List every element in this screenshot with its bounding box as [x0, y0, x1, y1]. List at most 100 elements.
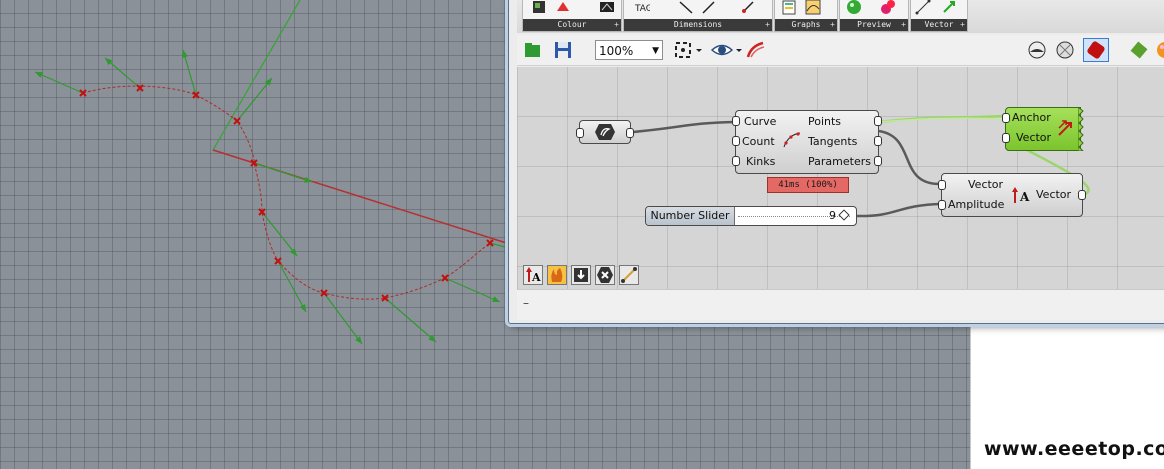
preview-sphere-icon[interactable]: [846, 0, 862, 15]
output-label-vector: Vector: [1036, 188, 1072, 201]
component-ribbon: Colour + TAG Dimensions + Graphs + Preview: [517, 0, 1164, 33]
gradient-icon[interactable]: [599, 0, 615, 15]
chevron-down-icon[interactable]: [735, 40, 743, 60]
output-grip-vector[interactable]: [1078, 190, 1086, 200]
input-label-curve: Curve: [744, 115, 777, 128]
tangent-arrow-line: [34, 71, 84, 94]
input-grip-anchor[interactable]: [1002, 113, 1010, 123]
curve-param-component[interactable]: [576, 120, 634, 144]
disable-widget-icon[interactable]: [595, 265, 615, 285]
input-label-kinks: Kinks: [746, 155, 776, 168]
curve[interactable]: [82, 85, 491, 300]
amplitude-widget-icon[interactable]: A: [523, 265, 543, 285]
input-label-vector: Vector: [968, 178, 1004, 191]
preview-wireframe-icon[interactable]: [1027, 40, 1047, 60]
vector-display-component[interactable]: Anchor Vector: [1002, 107, 1084, 151]
tangent-arrow-line: [253, 162, 313, 183]
gh-canvas[interactable]: Curve Count Kinks Points Tangents Parame…: [517, 67, 1164, 289]
solver-icon[interactable]: [1155, 40, 1164, 60]
input-grip-count[interactable]: [732, 136, 740, 146]
input-grip-vector[interactable]: [1002, 133, 1010, 143]
tangent-arrow-line: [444, 277, 501, 303]
output-grip-points[interactable]: [874, 116, 882, 126]
divide-curve-component[interactable]: Curve Count Kinks Points Tangents Parame…: [732, 110, 882, 174]
tangent-arrow-head: [182, 50, 189, 58]
ribbon-group-colour[interactable]: Colour +: [522, 0, 622, 32]
custom-preview-icon[interactable]: [555, 0, 571, 15]
input-grip-vector[interactable]: [938, 180, 946, 190]
marker-dimension-icon[interactable]: [740, 0, 756, 15]
divide-curve-icon: [783, 132, 801, 148]
output-label-tangents: Tangents: [808, 135, 858, 148]
wire-widget-icon[interactable]: [619, 265, 639, 285]
amplitude-icon: A: [1012, 187, 1030, 204]
ribbon-label-graphs: Graphs +: [775, 19, 837, 31]
output-grip-parameters[interactable]: [874, 156, 882, 166]
zoom-select[interactable]: 100% ▼: [595, 40, 663, 60]
y-axis-line: [212, 0, 301, 151]
division-point-marker: [79, 89, 87, 97]
svg-text:TAG: TAG: [634, 4, 650, 14]
output-grip-tangents[interactable]: [874, 136, 882, 146]
status-dash: –: [523, 296, 529, 310]
point-list-icon[interactable]: [915, 0, 931, 15]
input-grip[interactable]: [576, 128, 584, 138]
ribbon-group-graphs[interactable]: Graphs +: [774, 0, 838, 32]
preview-eye-icon[interactable]: [711, 40, 733, 60]
ribbon-label-dimensions: Dimensions +: [624, 19, 772, 31]
division-point-marker: [233, 117, 241, 125]
vector-display-icon[interactable]: [941, 0, 957, 15]
fire-widget-icon[interactable]: [547, 265, 567, 285]
grasshopper-window[interactable]: Colour + TAG Dimensions + Graphs + Preview: [508, 0, 1164, 324]
tangent-arrows: [34, 49, 536, 345]
svg-text:A: A: [1019, 190, 1030, 204]
input-grip-amplitude[interactable]: [938, 200, 946, 210]
tangent-arrow-line: [323, 292, 363, 345]
input-grip-kinks[interactable]: [732, 156, 740, 166]
graph-mapper-icon[interactable]: [805, 0, 821, 15]
amplitude-component[interactable]: Vector Amplitude A Vector: [938, 173, 1086, 217]
download-widget-icon[interactable]: [571, 265, 591, 285]
ribbon-group-dimensions[interactable]: TAG Dimensions +: [623, 0, 773, 32]
output-label-points: Points: [808, 115, 842, 128]
jagged-edge: [1078, 107, 1084, 151]
tangent-arrow-line: [384, 297, 437, 343]
aligned-dimension-icon[interactable]: [700, 0, 716, 15]
number-slider[interactable]: Number Slider 9: [645, 206, 857, 226]
tangent-arrow-line: [277, 260, 307, 313]
output-grip[interactable]: [626, 128, 634, 138]
chevron-down-icon: ▼: [652, 46, 659, 56]
linear-dimension-icon[interactable]: [678, 0, 694, 15]
input-label-anchor: Anchor: [1012, 111, 1051, 124]
watermark: www.eeeetop.com: [984, 438, 1164, 460]
ribbon-group-vector[interactable]: Vector +: [910, 0, 968, 32]
wire-slider-to-amplitude: [856, 202, 942, 218]
bar-graph-icon[interactable]: [781, 0, 797, 15]
ribbon-label-vector: Vector +: [911, 19, 967, 31]
division-point-marker: [441, 274, 449, 282]
preview-selected-icon[interactable]: [1083, 38, 1109, 62]
input-grip-curve[interactable]: [732, 116, 740, 126]
chevron-down-icon[interactable]: [695, 40, 703, 60]
ribbon-label-preview: Preview +: [840, 19, 908, 31]
ribbon-group-preview[interactable]: Preview +: [839, 0, 909, 32]
sketch-pen-icon[interactable]: [745, 40, 767, 60]
save-file-icon[interactable]: [553, 40, 573, 60]
open-file-icon[interactable]: [523, 40, 543, 60]
zoom-extents-icon[interactable]: [673, 40, 693, 60]
bake-icon[interactable]: [1129, 40, 1149, 60]
profiler-timer-badge: 41ms (100%): [767, 177, 849, 193]
division-point-marker: [274, 257, 282, 265]
colour-swatch-icon[interactable]: [531, 0, 547, 15]
preview-colour-icon[interactable]: [880, 0, 896, 15]
preview-shaded-icon[interactable]: [1055, 40, 1075, 60]
tangent-arrow-head: [355, 336, 362, 344]
wire-tangents-to-vector: [878, 129, 942, 186]
output-label-parameters: Parameters: [808, 155, 871, 168]
wire-curve-to-divide: [632, 120, 736, 134]
status-bar: A –: [517, 265, 1164, 320]
input-label-amplitude: Amplitude: [948, 198, 1005, 211]
slider-value: 9: [829, 209, 836, 222]
ribbon-label-colour: Colour +: [523, 19, 621, 31]
text-tag-icon[interactable]: TAG: [634, 0, 650, 15]
